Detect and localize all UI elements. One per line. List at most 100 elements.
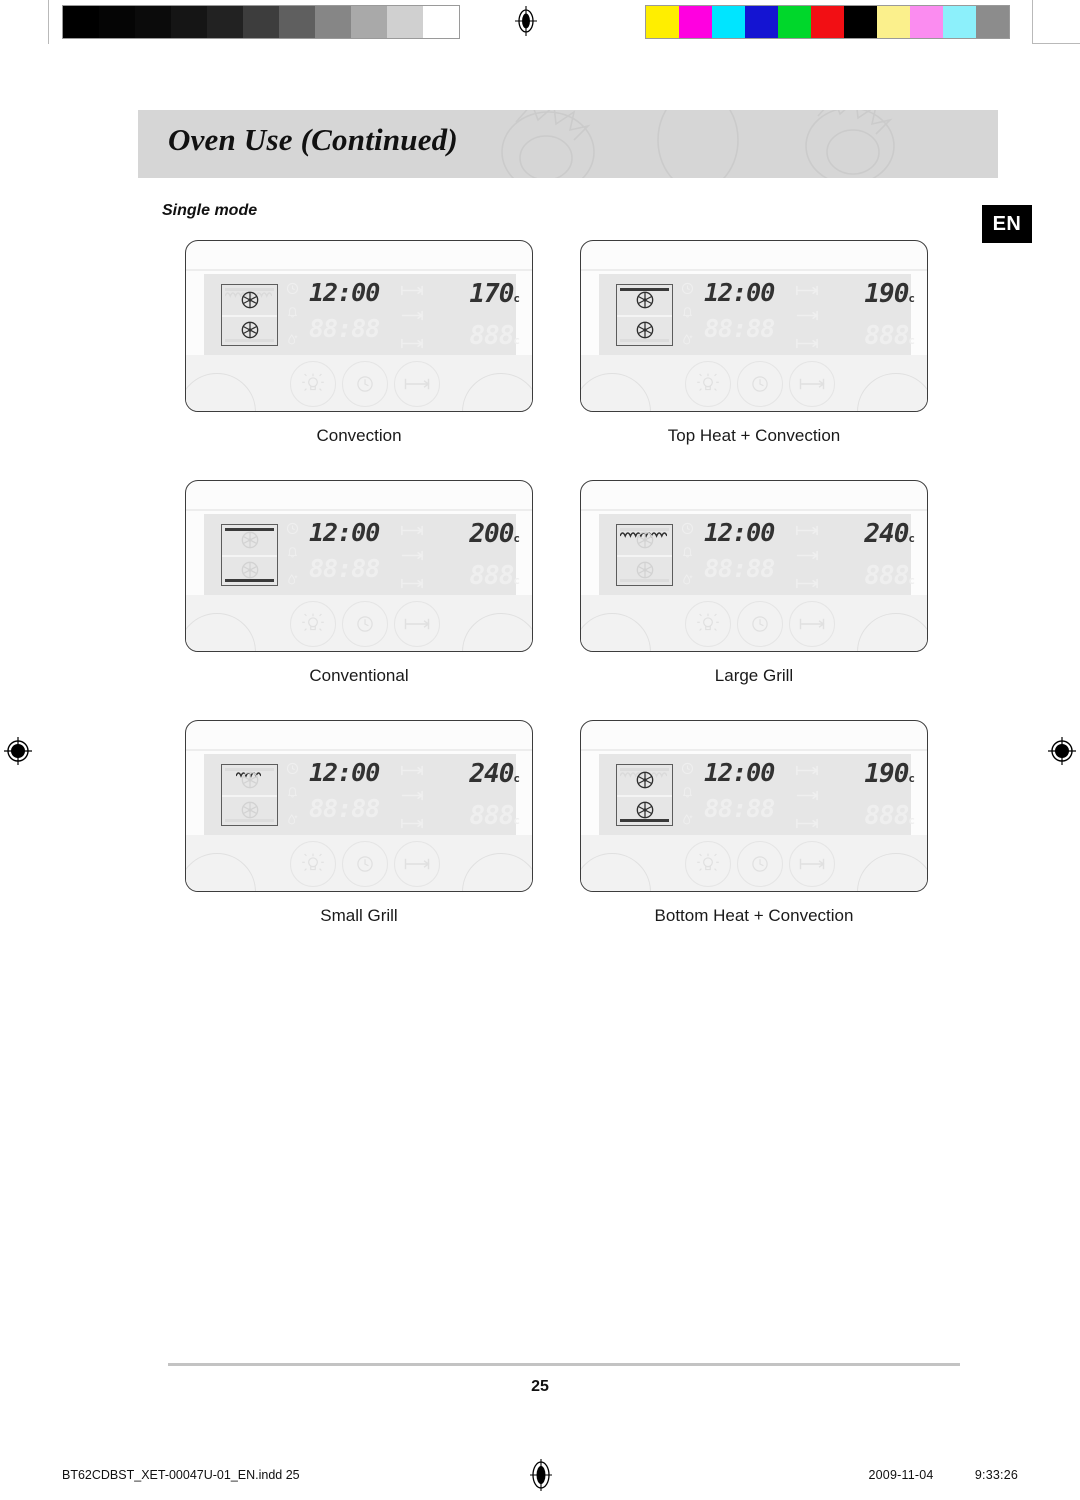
time-display-group: 12:00 88:88 <box>704 760 775 822</box>
cooking-duration-marker-icon <box>795 336 821 354</box>
cooking-duration-marker-icon <box>795 816 821 834</box>
convection-icon <box>221 284 278 346</box>
mode-caption: Small Grill <box>320 906 398 925</box>
clock-icon[interactable] <box>737 361 783 407</box>
oven-control-panel[interactable]: 12:00 88:88 240c 888c <box>185 720 533 892</box>
lamp-icon[interactable] <box>290 841 336 887</box>
upper-fan-icon <box>240 770 260 790</box>
small-grill-icon <box>221 764 278 826</box>
bottom-heating-element-indicator <box>620 579 669 582</box>
selector-dial-left[interactable] <box>186 373 256 411</box>
lamp-icon[interactable] <box>685 361 731 407</box>
oven-control-panel[interactable]: 12:00 88:88 190c 888c <box>580 240 928 412</box>
section-subtitle: Single mode <box>162 202 258 219</box>
lcd-display: 12:00 88:88 240c 888c <box>599 514 915 614</box>
temperature-unit-celsius-ghost: c <box>908 814 915 827</box>
cooking-duration-marker-icon <box>400 336 426 354</box>
clock-icon <box>286 522 302 540</box>
cavity-divider <box>617 315 672 317</box>
selector-dial-right[interactable] <box>857 853 927 891</box>
registration-mark-bottom <box>526 1458 556 1497</box>
lcd-display: 12:00 88:88 170c 888c <box>204 274 520 374</box>
temperature-unit-celsius: c <box>513 292 520 305</box>
bottom-heating-element-indicator <box>620 339 669 342</box>
temperature-unit-celsius-ghost: c <box>513 574 520 587</box>
panel-trim <box>581 749 927 751</box>
mode-caption: Convection <box>316 426 402 445</box>
time-display-group: 12:00 88:88 <box>309 520 380 582</box>
footer-time: 9:33:26 <box>974 1468 1018 1482</box>
selector-dial-right[interactable] <box>857 373 927 411</box>
temperature-unit-celsius: c <box>908 532 915 545</box>
temperature-ghost: 888 <box>864 561 909 591</box>
panel-trim <box>581 269 927 271</box>
cavity-divider <box>222 555 277 557</box>
bell-icon <box>681 786 697 804</box>
panel-trim <box>186 509 532 511</box>
selector-dial-left[interactable] <box>581 373 651 411</box>
oven-control-panel[interactable]: 12:00 88:88 200c 888c <box>185 480 533 652</box>
time-display-group: 12:00 88:88 <box>704 520 775 582</box>
lcd-display: 12:00 88:88 200c 888c <box>204 514 520 614</box>
time-display-group: 12:00 88:88 <box>309 758 380 822</box>
clock-icon[interactable] <box>737 841 783 887</box>
selector-dial-left[interactable] <box>186 613 256 651</box>
lamp-icon[interactable] <box>290 361 336 407</box>
temperature-unit-celsius: c <box>908 292 915 305</box>
timer-icon[interactable] <box>394 361 440 407</box>
selector-dial-left[interactable] <box>581 853 651 891</box>
panel-button-row <box>581 355 927 411</box>
selector-dial-left[interactable] <box>581 613 651 651</box>
footer-divider <box>168 1363 960 1366</box>
mode-caption: Bottom Heat + Convection <box>654 906 854 925</box>
temperature-unit-celsius-ghost: c <box>908 334 915 347</box>
temperature-value: 240 <box>864 519 909 549</box>
clock-icon[interactable] <box>342 841 388 887</box>
panel-button-row <box>186 355 532 411</box>
clock-icon[interactable] <box>342 361 388 407</box>
mode-cell: 12:00 88:88 190c 888c <box>580 240 1000 445</box>
clock-icon <box>286 282 302 300</box>
timer-icon[interactable] <box>789 361 835 407</box>
timer-icon[interactable] <box>394 841 440 887</box>
selector-dial-right[interactable] <box>462 853 532 891</box>
clock-time-value: 12:00 <box>309 278 380 307</box>
defrost-icon <box>286 333 302 351</box>
panel-button-row <box>581 835 927 891</box>
clock-time-value: 12:00 <box>309 758 380 787</box>
temperature-value: 240 <box>469 759 514 789</box>
timer-icon[interactable] <box>789 601 835 647</box>
oven-control-panel[interactable]: 12:00 88:88 240c 888c <box>580 480 928 652</box>
mode-cell: 12:00 88:88 240c 888c <box>580 480 1000 685</box>
timer-icon[interactable] <box>789 841 835 887</box>
oven-control-panel[interactable]: 12:00 88:88 190c 888c <box>580 720 928 892</box>
lamp-icon[interactable] <box>685 601 731 647</box>
bell-icon <box>681 306 697 324</box>
mode-caption: Top Heat + Convection <box>667 426 841 445</box>
oven-control-panel[interactable]: 12:00 88:88 170c 888c <box>185 240 533 412</box>
lamp-icon[interactable] <box>290 601 336 647</box>
clock-icon[interactable] <box>342 601 388 647</box>
lower-fan-icon <box>240 800 260 820</box>
end-time-marker-icon <box>400 308 426 326</box>
mode-row: 12:00 88:88 170c 888c Convection 12:00 8… <box>0 240 1080 480</box>
selector-dial-right[interactable] <box>857 613 927 651</box>
selector-dial-right[interactable] <box>462 373 532 411</box>
upper-fan-icon <box>635 530 655 550</box>
cooking-duration-marker-icon <box>400 576 426 594</box>
mode-panel-grid: 12:00 88:88 170c 888c Convection 12:00 8… <box>0 240 1080 960</box>
selector-dial-right[interactable] <box>462 613 532 651</box>
lamp-icon[interactable] <box>685 841 731 887</box>
selector-dial-left[interactable] <box>186 853 256 891</box>
lower-fan-icon <box>635 800 655 820</box>
timer-icon[interactable] <box>394 601 440 647</box>
end-time-marker-icon <box>795 548 821 566</box>
panel-trim <box>186 749 532 751</box>
upper-fan-icon <box>635 770 655 790</box>
temperature-ghost: 888 <box>864 321 909 351</box>
clock-icon[interactable] <box>737 601 783 647</box>
panel-trim <box>581 509 927 511</box>
clock-icon <box>681 282 697 300</box>
clock-icon <box>681 762 697 780</box>
footer-timestamp: 2009-11-04 9:33:26 <box>869 1468 1019 1482</box>
